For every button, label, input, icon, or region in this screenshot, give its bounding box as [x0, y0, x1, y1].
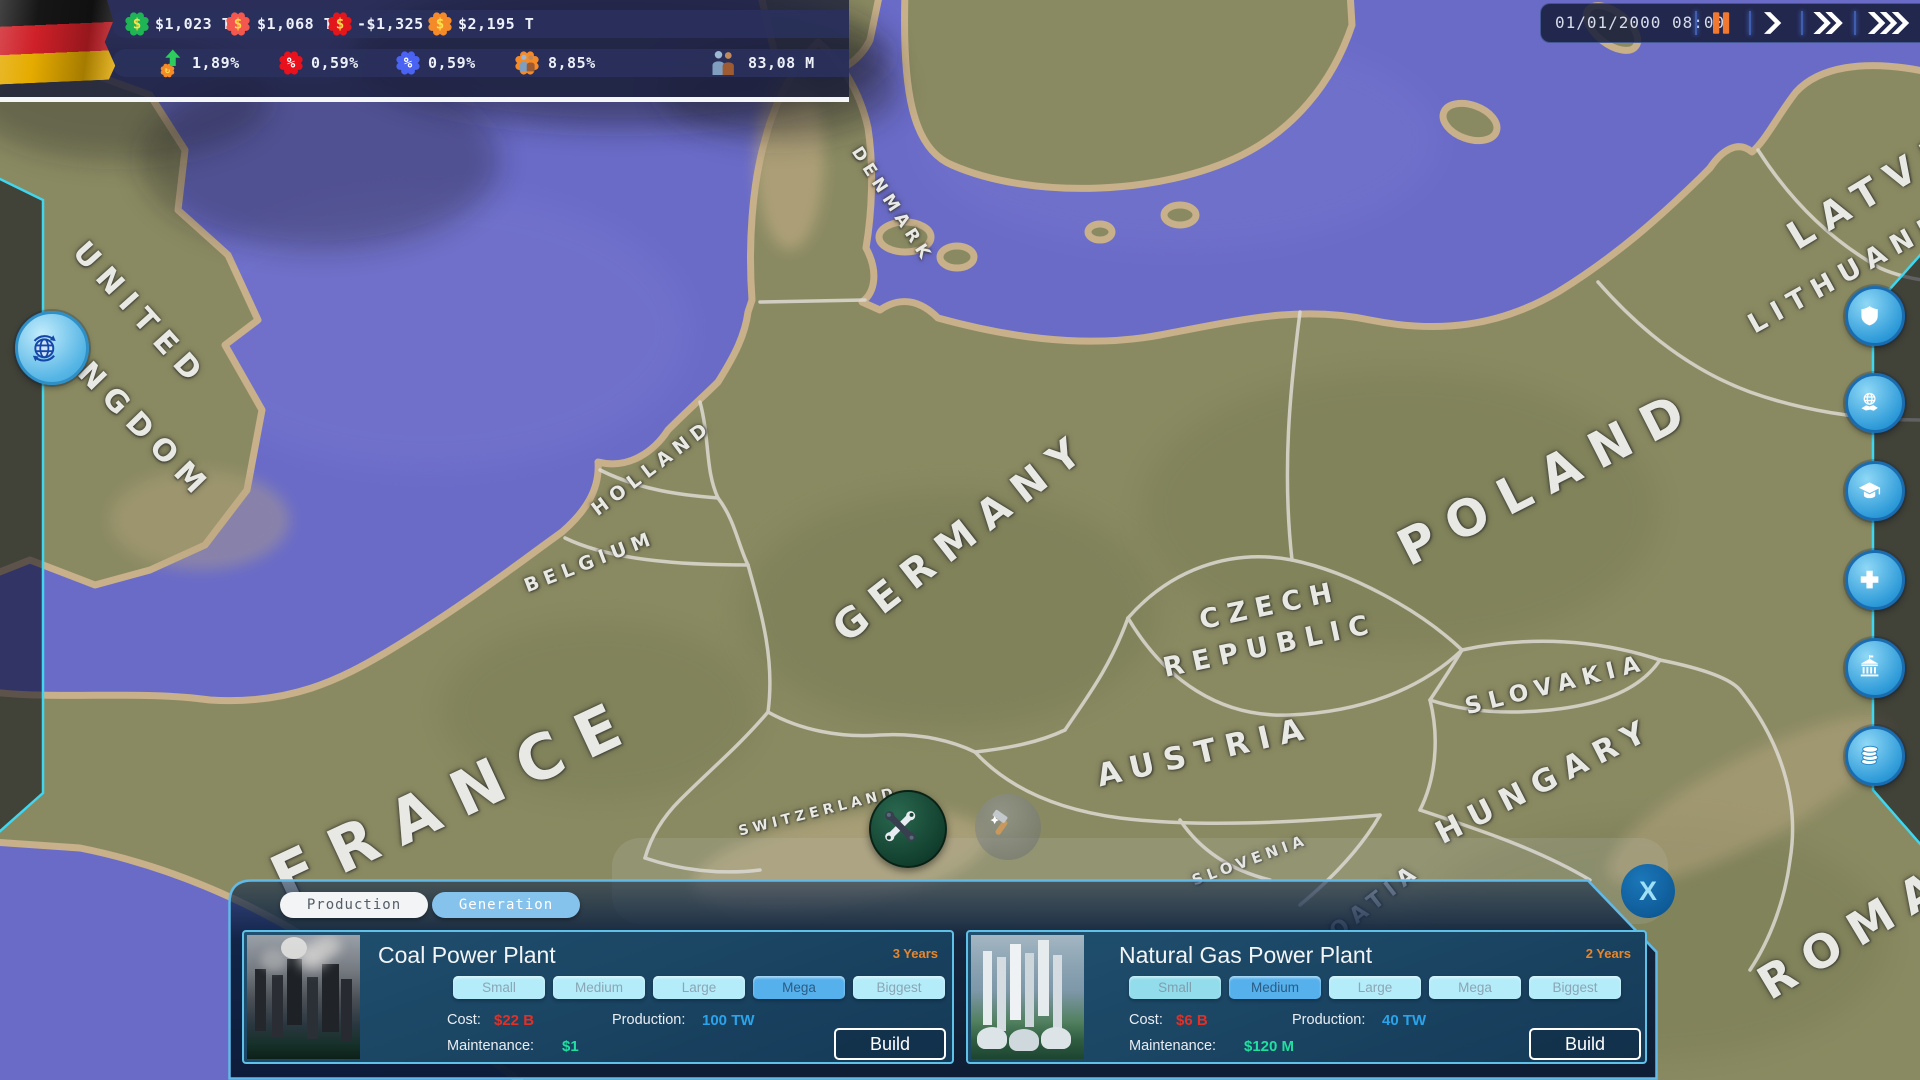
play-speed-button[interactable]	[1759, 11, 1789, 35]
gear-percent-icon: %	[393, 48, 423, 78]
svg-text:↻: ↻	[165, 66, 170, 76]
card-title: Coal Power Plant	[378, 942, 556, 969]
build-time: 2 Years	[1586, 946, 1631, 961]
sidebar-military-button[interactable]	[1845, 286, 1905, 346]
hammer-icon	[985, 808, 1031, 845]
sidebar-health-button[interactable]	[1845, 550, 1905, 610]
cost-label: Cost:	[447, 1012, 481, 1028]
government-icon	[1857, 655, 1894, 680]
size-options: Small Medium Large Mega Biggest	[1129, 976, 1621, 1000]
diplomacy-icon	[1857, 390, 1894, 415]
production-value: 40 TW	[1382, 1012, 1426, 1029]
sidebar-education-button[interactable]	[1845, 461, 1905, 521]
maintenance-value: $120 M	[1244, 1038, 1294, 1055]
build-production-button[interactable]	[869, 790, 947, 868]
build-tools-button[interactable]	[975, 794, 1041, 860]
size-pill-medium[interactable]: Medium	[553, 976, 645, 999]
date-time: 01/01/2000 08:00	[1555, 4, 1725, 42]
stat-value: $2,195 T	[458, 9, 534, 39]
close-panel-button[interactable]: X	[1621, 864, 1675, 918]
divider	[1749, 11, 1751, 35]
sidebar-government-button[interactable]	[1845, 638, 1905, 698]
growth-arrow-icon: ↻	[157, 48, 187, 78]
size-pill-large[interactable]: Large	[1329, 976, 1421, 999]
sidebar-economy-button[interactable]	[1845, 726, 1905, 786]
fast-speed-button[interactable]	[1809, 11, 1849, 35]
maintenance-label: Maintenance:	[447, 1038, 534, 1054]
gear-people-icon	[512, 48, 542, 78]
stat-value: 0,59%	[311, 48, 359, 78]
gear-dollar-icon: $	[122, 9, 152, 39]
size-pill-small[interactable]: Small	[1129, 976, 1221, 999]
health-icon	[1857, 567, 1894, 592]
card-coal-power-plant: Coal Power Plant 3 Years Small Medium Larg…	[242, 930, 954, 1064]
cost-label: Cost:	[1129, 1012, 1163, 1028]
stat-value: 0,59%	[428, 48, 476, 78]
hud-divider	[0, 97, 849, 102]
build-button[interactable]: Build	[1529, 1028, 1641, 1060]
svg-text:$: $	[133, 16, 142, 32]
divider	[1801, 11, 1803, 35]
education-icon	[1857, 478, 1894, 503]
sidebar-diplomacy-button[interactable]	[1845, 373, 1905, 433]
stat-value: 8,85%	[548, 48, 596, 78]
gas-plant-image	[971, 935, 1084, 1059]
gear-dollar-icon: $	[325, 9, 355, 39]
svg-text:$: $	[234, 16, 243, 32]
size-pill-biggest[interactable]: Biggest	[853, 976, 945, 999]
production-label: Production:	[612, 1012, 685, 1028]
divider	[1695, 11, 1697, 35]
country-stats-hud: $$1,023 T$$1,068 T$-$1,325 T$$2,195 T↻1,…	[0, 0, 849, 102]
size-pill-biggest[interactable]: Biggest	[1529, 976, 1621, 999]
wrench-icon	[882, 808, 934, 849]
fastest-speed-button[interactable]	[1863, 11, 1915, 35]
size-pill-mega[interactable]: Mega	[1429, 976, 1521, 999]
coal-plant-image	[247, 935, 360, 1059]
production-label: Production:	[1292, 1012, 1365, 1028]
size-pill-medium[interactable]: Medium	[1229, 976, 1321, 999]
people-icon	[708, 48, 738, 78]
stat-value: 83,08 M	[748, 48, 815, 78]
production-value: 100 TW	[702, 1012, 755, 1029]
card-natural-gas-power-plant: Natural Gas Power Plant 2 Years Small Med…	[966, 930, 1647, 1064]
pause-button[interactable]	[1707, 11, 1737, 35]
shield-icon	[1857, 303, 1894, 328]
cost-value: $6 B	[1176, 1012, 1208, 1029]
build-panel: Production Generation Coal Power Plant 3…	[228, 879, 1658, 1080]
svg-text:$: $	[436, 16, 445, 32]
tab-generation[interactable]: Generation	[432, 892, 580, 918]
finance-icon	[1857, 743, 1894, 768]
globe-rotate-icon	[28, 332, 76, 365]
card-title: Natural Gas Power Plant	[1119, 942, 1372, 969]
stat-value: 1,89%	[192, 48, 240, 78]
build-button[interactable]: Build	[834, 1028, 946, 1060]
world-overview-button[interactable]	[15, 311, 89, 385]
maintenance-label: Maintenance:	[1129, 1038, 1216, 1054]
stat-value: $1,023 T	[155, 9, 231, 39]
svg-text:$: $	[336, 16, 345, 32]
size-pill-large[interactable]: Large	[653, 976, 745, 999]
clock-panel: 01/01/2000 08:00	[1540, 3, 1920, 43]
tab-production[interactable]: Production	[280, 892, 428, 918]
cost-value: $22 B	[494, 1012, 534, 1029]
germany-flag	[0, 0, 116, 85]
stat-value: $1,068 T	[257, 9, 333, 39]
maintenance-value: $1	[562, 1038, 579, 1055]
gear-dollar-icon: $	[223, 9, 253, 39]
size-options: Small Medium Large Mega Biggest	[453, 976, 945, 1000]
build-time: 3 Years	[893, 946, 938, 961]
svg-text:%: %	[287, 55, 296, 71]
gear-dollar-icon: $	[425, 9, 455, 39]
size-pill-small[interactable]: Small	[453, 976, 545, 999]
gear-percent-icon: %	[276, 48, 306, 78]
divider	[1854, 11, 1856, 35]
svg-text:%: %	[404, 55, 413, 71]
size-pill-mega[interactable]: Mega	[753, 976, 845, 999]
